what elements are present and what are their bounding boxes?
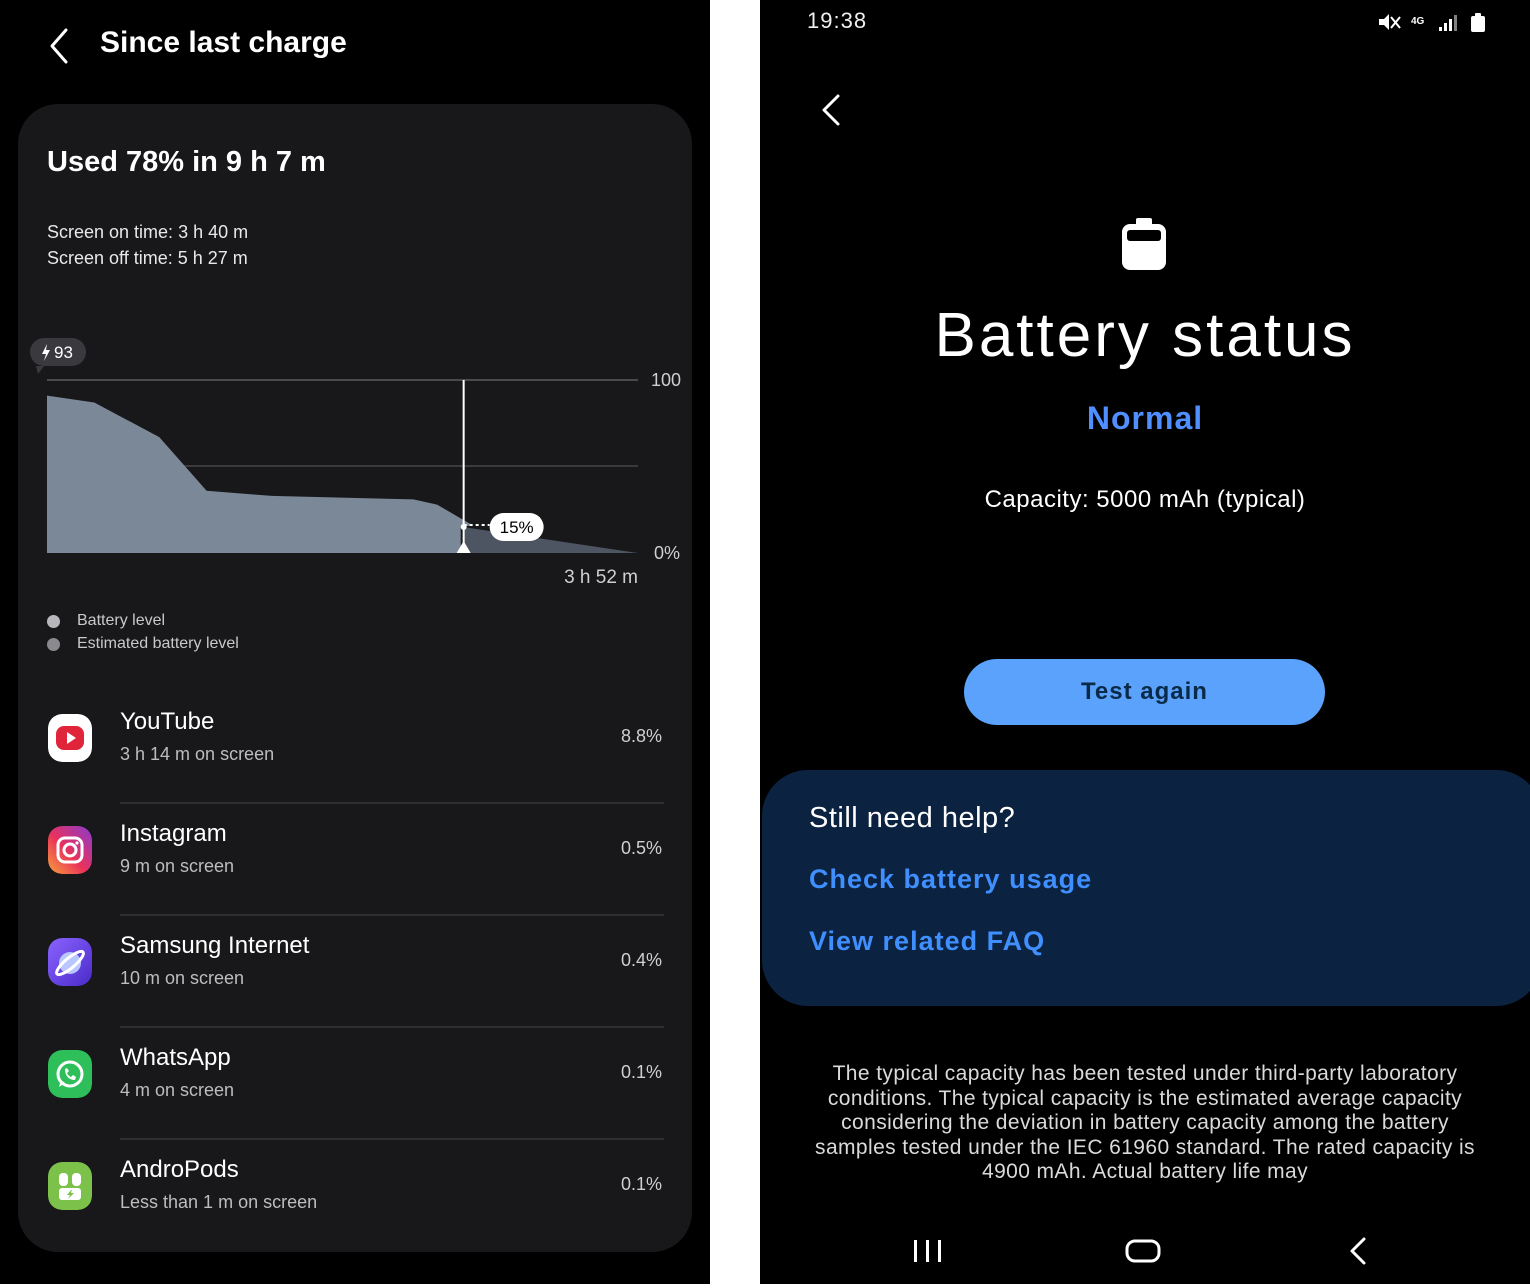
battery-level-area [47,395,473,553]
recent-apps-icon[interactable] [910,1234,946,1273]
app-screen-time: 10 m on screen [120,968,245,988]
app-name: Samsung Internet [120,932,310,959]
app-name: YouTube [120,708,215,735]
help-card: Still need help? Check battery usage Vie… [762,770,1530,1006]
usage-card: Used 78% in 9 h 7 m Screen on time: 3 h … [18,104,692,1252]
battery-icon [1471,13,1485,32]
app-name: AndroPods [120,1156,239,1183]
check-battery-usage-link[interactable]: Check battery usage [809,864,1092,895]
usage-headline: Used 78% in 9 h 7 m [47,146,326,178]
back-icon[interactable] [818,90,848,130]
navigation-bar [760,1220,1530,1284]
current-level-label: 15% [500,518,534,537]
mute-icon [1379,14,1401,30]
status-bar-icons: 4G [1375,10,1495,41]
screen-on-time: Screen on time: 3 h 40 m [47,222,249,242]
legend-battery-level: Battery level [47,612,165,630]
app-screen-time: 4 m on screen [120,1080,235,1100]
current-level-dot [460,524,467,531]
charge-marker: 93 [30,338,86,374]
battery-usage-screen: Since last charge Used 78% in 9 h 7 m Sc… [0,0,710,1284]
charge-marker-label: 93 [54,343,73,362]
estimated-level-area [463,527,638,553]
legend-estimated-level: Estimated battery level [47,635,239,653]
instagram-icon [48,826,92,874]
app-row-andropods[interactable]: AndroPods Less than 1 m on screen 0.1% [18,1140,692,1252]
samsung-internet-icon [48,938,92,986]
capacity-footnote: The typical capacity has been tested und… [815,1062,1475,1184]
y-label-0: 0% [654,543,680,563]
view-related-faq-link[interactable]: View related FAQ [809,926,1045,957]
app-usage-percent: 0.1% [620,1174,662,1194]
battery-capacity: Capacity: 5000 mAh (typical) [984,486,1306,513]
andropods-icon [48,1162,92,1210]
app-row-instagram[interactable]: Instagram 9 m on screen 0.5% [18,804,692,916]
youtube-icon [48,714,92,762]
legend-label: Battery level [77,612,166,629]
battery-status-screen: 19:38 4G Battery status Normal Capacity:… [760,0,1530,1284]
legend-dot [47,614,60,628]
app-name: Instagram [120,820,227,847]
battery-status-value: Normal [1086,400,1204,436]
legend-dot [47,637,60,651]
app-screen-time: Less than 1 m on screen [120,1192,318,1212]
battery-level-chart: 15% 93 100 0% 3 h 52 m [30,338,681,588]
back-icon[interactable] [46,26,76,66]
y-label-100: 100 [651,370,681,390]
home-icon[interactable] [1124,1234,1162,1273]
app-usage-percent: 0.1% [620,1062,662,1082]
network-type-label: 4G [1411,16,1425,27]
app-row-samsung-internet[interactable]: Samsung Internet 10 m on screen 0.4% [18,916,692,1028]
status-bar-time: 19:38 [807,8,868,33]
x-end-label: 3 h 52 m [564,567,638,588]
legend-label: Estimated battery level [77,635,239,652]
app-row-youtube[interactable]: YouTube 3 h 14 m on screen 8.8% [18,692,692,804]
app-usage-percent: 0.4% [620,950,662,970]
app-usage-percent: 0.5% [620,838,662,858]
app-screen-time: 3 h 14 m on screen [120,744,275,764]
app-usage-percent: 8.8% [620,726,662,746]
battery-status-icon [1120,218,1168,277]
nav-back-icon[interactable] [1346,1234,1372,1273]
page-title: Battery status [934,301,1356,370]
signal-icon [1439,15,1457,31]
app-screen-time: 9 m on screen [120,856,235,876]
app-row-whatsapp[interactable]: WhatsApp 4 m on screen 0.1% [18,1028,692,1140]
screen-off-time: Screen off time: 5 h 27 m [47,248,248,268]
app-name: WhatsApp [120,1044,231,1071]
test-again-button[interactable]: Test again [964,659,1325,725]
help-title: Still need help? [809,802,1016,834]
page-title: Since last charge [100,26,347,59]
whatsapp-icon [48,1050,92,1098]
